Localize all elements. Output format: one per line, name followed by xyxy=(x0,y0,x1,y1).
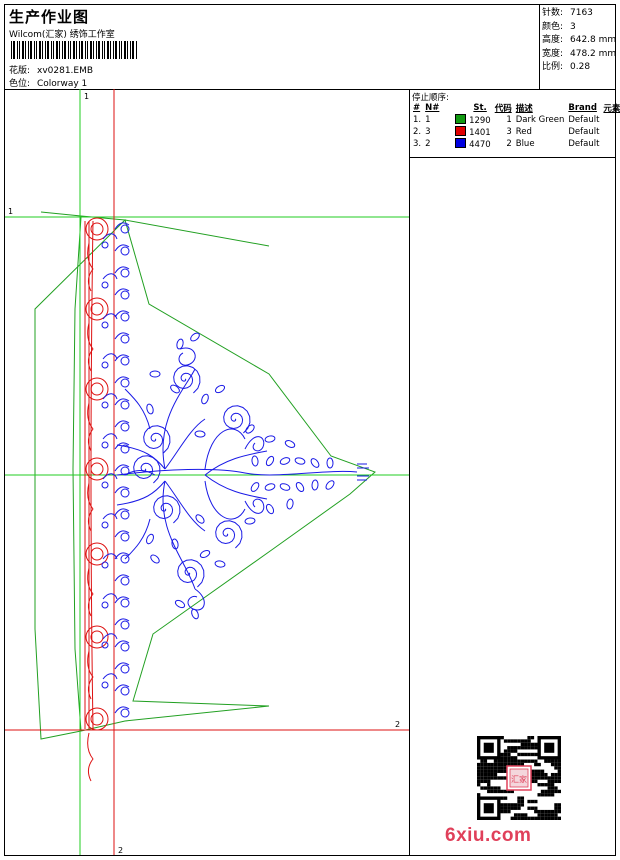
design-row: 花版: xv0281.EMB xyxy=(9,63,93,76)
table-row: 2. 3 1401 3 Red Default xyxy=(413,126,600,138)
stop-sequence-table: # N# St. 代码 描述 Brand 元素 1. 1 1290 1 Dark… xyxy=(411,102,620,150)
design-label: 花版: xyxy=(9,66,31,76)
table-row: 1. 1 1290 1 Dark Green Default xyxy=(413,114,600,126)
col-element: 元素 xyxy=(603,104,620,114)
colorway-row: 色位: Colorway 1 xyxy=(9,76,87,89)
design-value: xv0281.EMB xyxy=(37,66,94,76)
blue-filigree xyxy=(101,222,369,718)
table-row: 3. 2 4470 2 Blue Default xyxy=(413,138,600,150)
sheet-title: 生产作业图 xyxy=(9,8,90,26)
stats-panel: 针数: 7163 颜色: 3 高度: 642.8 mm 宽度: 478.2 mm 比例:… xyxy=(539,5,617,89)
guide-label: 2 xyxy=(118,846,123,855)
col-brand: Brand xyxy=(568,103,597,113)
col-num: # xyxy=(413,103,421,113)
stat-width: 宽度: 478.2 mm xyxy=(542,48,617,59)
embroidery-design: 1 1 2 2 xyxy=(5,89,409,855)
guide-label: 1 xyxy=(84,92,89,101)
color-swatch xyxy=(455,126,467,136)
color-swatch xyxy=(455,138,467,148)
seal-text: 汇家 xyxy=(511,774,527,784)
stop-sequence-panel: 停止顺序: # N# St. 代码 描述 Brand 元素 1. 1 1290 xyxy=(410,89,620,158)
watermark: 6xiu.com xyxy=(445,825,532,846)
guide-label: 1 xyxy=(8,207,13,216)
color-swatch xyxy=(455,114,467,124)
col-code: 代码 xyxy=(494,104,512,114)
qr-code: 汇家 xyxy=(477,736,561,820)
guide-label: 2 xyxy=(395,720,400,729)
barcode xyxy=(11,41,137,59)
stat-stitches: 针数: 7163 xyxy=(542,8,593,18)
stat-height: 高度: 642.8 mm xyxy=(542,35,617,45)
stat-colors: 颜色: 3 xyxy=(542,21,576,32)
colorway-value: Colorway 1 xyxy=(37,79,88,89)
sheet-header: 生产作业图 Wilcom(汇家) 绣饰工作室 花版: xv0281.EMB 色位:… xyxy=(5,5,617,90)
production-sheet: 生产作业图 Wilcom(汇家) 绣饰工作室 花版: xv0281.EMB 色位:… xyxy=(4,4,620,856)
col-st: St. xyxy=(473,103,487,113)
col-desc: 描述 xyxy=(515,104,533,114)
table-header-row: # N# St. 代码 描述 Brand 元素 xyxy=(411,102,620,114)
col-n: N# xyxy=(425,103,440,113)
design-canvas: 1 1 2 2 xyxy=(5,89,410,855)
colorway-label: 色位: xyxy=(9,79,31,89)
red-border-strip xyxy=(84,217,109,782)
company-name: Wilcom(汇家) 绣饰工作室 xyxy=(9,30,115,40)
stat-scale: 比例: 0.28 xyxy=(542,62,591,72)
